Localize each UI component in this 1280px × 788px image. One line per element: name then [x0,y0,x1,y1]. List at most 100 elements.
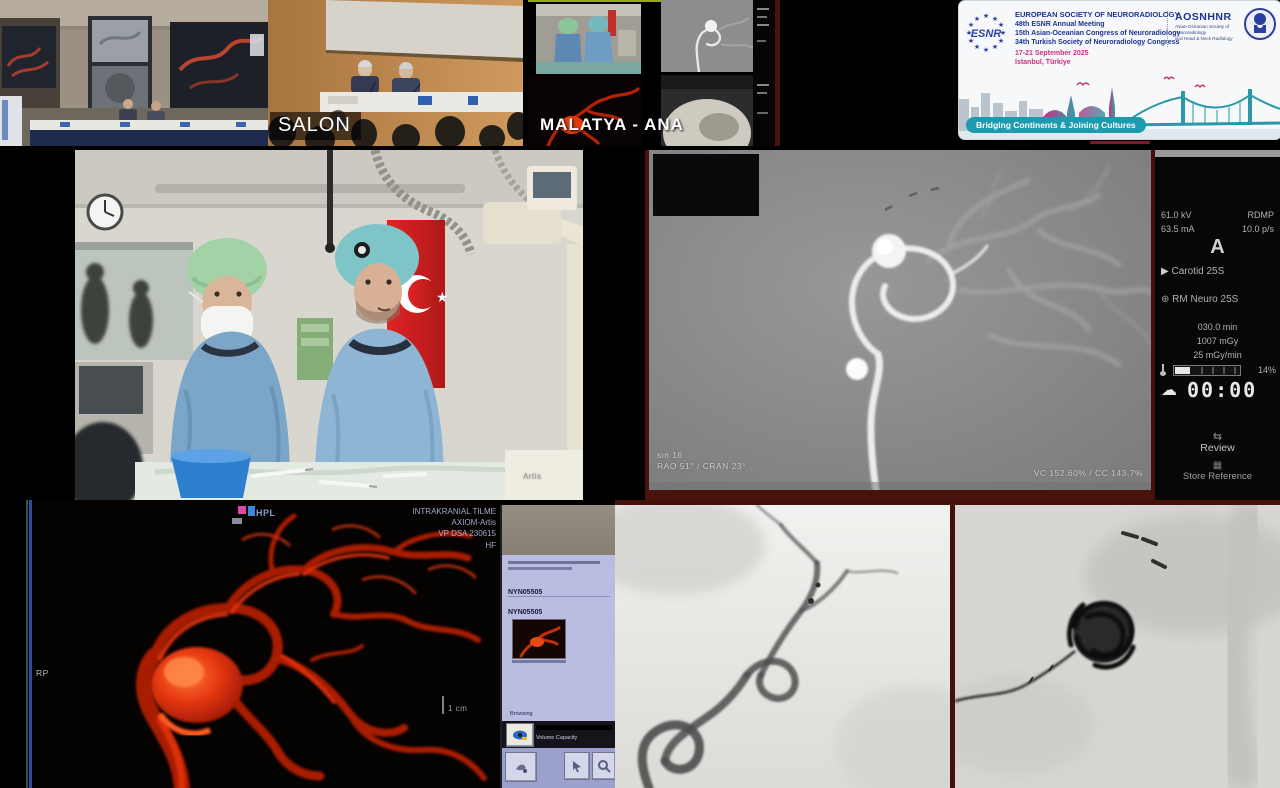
angiography-image: sm 16 RAO 51° / CRAN 23° VC 152.60% / CC… [649,150,1151,490]
ws-patient-item[interactable]: NYN05505 [508,609,542,616]
overlay-hpl: HPL [256,508,276,518]
ws-series-thumbnail[interactable] [512,619,566,659]
esnr-logo-text: ESNR [971,28,1002,40]
dose-rate-readout: 25 mGy/min [1155,350,1280,360]
dose-readout: 1007 mGy [1155,336,1280,346]
ws-toolbar-slot [536,725,612,730]
cloud-icon: ☁ [1161,380,1177,400]
banner-divider [1167,11,1168,47]
ws-eye-button[interactable] [506,723,534,747]
dsa-image [615,505,950,788]
feed-conference-hall [0,0,268,146]
review-label: Review [1155,442,1280,454]
pointer-tool-icon [570,759,584,773]
overlay-line-3: VP DSA 230615 [412,528,496,539]
ws-button-row [502,748,617,788]
banner-tagline-text: Bridging Continents & Joining Cultures [976,120,1136,130]
ws-toolbar-label: Volume Capacity [536,735,577,741]
ceiling-cable [327,150,333,246]
feed-3d-angio: HPL INTRAKRANIAL TILME AXIOM-Artis VP DS… [32,500,502,788]
overlay-line-1: INTRAKRANIAL TILME [412,506,496,517]
ws-header-line [508,561,600,564]
svg-text:★: ★ [974,43,980,51]
malatya-quadrant-or-video [536,4,641,74]
malatya-right-border [775,0,780,146]
eye-icon [512,729,528,741]
congress-banner: ★★★ ★★★ ★★★ ★★★ ESNR EUROPEAN SOCIETY OF… [958,0,1280,140]
svg-text:★: ★ [436,289,449,305]
svg-text:★: ★ [974,15,980,23]
malatya-quadrant-angio [661,0,753,72]
program-neuro: RM Neuro 25S [1172,294,1238,305]
masked-region [653,154,759,216]
overlay-line-4: HF [412,540,496,551]
feed-label-malatya: MALATYA - ANA [532,113,694,138]
live-case-videowall: SALON [0,0,1280,788]
timer-readout: 00:00 [1187,378,1257,402]
ws-wall-strip [502,505,617,555]
banner-meeting-1: 48th ESNR Annual Meeting [1015,20,1180,29]
ws-header-line-2 [508,567,572,570]
overlay-line-2: AXIOM-Artis [412,517,496,528]
ceiling-rail [155,184,465,193]
feed-coil-fluoro [955,505,1280,788]
thermometer-icon [1159,364,1167,376]
machine-label: Artis [523,472,542,481]
dose-percent: 14% [1258,365,1276,375]
esnr-logo: ★★★ ★★★ ★★★ ★★★ ESNR [963,9,1009,57]
angio-right-border [1151,150,1155,500]
scale-bar [442,696,444,714]
ws-tool-button-1[interactable] [505,752,537,782]
ws-thumb-caption-line [512,660,566,663]
aneurysm-3d [151,647,243,723]
play-icon: ▶ [1161,266,1169,277]
coil-fluoro-image [955,505,1280,788]
angio-zoom-readout: VC 152.60% / CC 143.7% [1034,468,1143,478]
overlay-rp: RP [36,668,49,678]
ws-tool-button-2[interactable] [564,752,590,780]
siemens-dose-panel: 61.0 kV RDMP 63.5 mA 10.0 p/s A ▶ Caroti… [1155,150,1280,500]
ws-patient-header[interactable]: NYN05505 [508,589,610,597]
feed-dsa-roadmap [615,505,950,788]
operating-room-photo: ★ [75,150,583,500]
banner-footer-mark [1090,141,1150,144]
malatya-telemetry-strip [753,0,775,146]
blue-basin [171,449,251,498]
banner-meeting-3: 34th Turkish Society of Neuroradiology C… [1015,38,1180,47]
panel-top-strip [1155,150,1280,157]
angio-bottom-border [645,490,1155,500]
zoom-tool-icon [597,759,611,773]
ma-readout: 63.5 mA [1161,224,1195,234]
banner-dates: 17-21 September 2025 [1015,49,1180,58]
banner-meeting-2: 15th Asian-Oceanian Congress of Neurorad… [1015,29,1180,38]
svg-text:★: ★ [992,43,998,51]
svg-text:★: ★ [983,12,989,20]
store-icon: ▦ [1155,460,1280,471]
angio-fov-readout: sm 16 [657,450,683,460]
store-reference-label: Store Reference [1155,471,1280,482]
aosnhnr-title: AOSNHNR [1175,11,1233,24]
fluoro-time-readout: 030.0 min [1155,322,1280,332]
conference-hall-photo [0,0,268,146]
ws-tool-button-3[interactable] [592,752,616,780]
banner-location: Istanbul, Türkiye [1015,58,1180,67]
banner-tagline-pill: Bridging Continents & Joining Cultures [966,117,1146,133]
feed-operating-room: ★ [75,150,583,500]
aosnhnr-sub-3: and Head & Neck Radiology [1175,36,1233,42]
feed-label-salon: SALON [270,112,361,140]
workstation-ui: NYN05505 NYN05505 Browsing Volume Capaci… [500,505,617,788]
feed-angiography-main: sm 16 RAO 51° / CRAN 23° VC 152.60% / CC… [645,150,1155,500]
program-carotid: Carotid 25S [1171,266,1224,277]
malatya-label-text: MALATYA - ANA [540,115,684,134]
aosnhnr-badge [1243,7,1277,41]
feed-malatya: MALATYA - ANA [528,0,780,146]
mode-readout: RDMP [1248,210,1275,220]
ws-toolbar: Volume Capacity [502,721,617,748]
banner-society: EUROPEAN SOCIETY OF NEURORADIOLOGY [1015,10,1180,20]
kv-readout: 61.0 kV [1161,210,1192,220]
dose-progress-bar [1173,365,1241,376]
salon-label-text: SALON [278,114,351,136]
ws-tab-label[interactable]: Browsing [510,711,533,717]
scale-label: 1 cm [448,704,467,713]
plane-indicator: A [1155,236,1280,259]
